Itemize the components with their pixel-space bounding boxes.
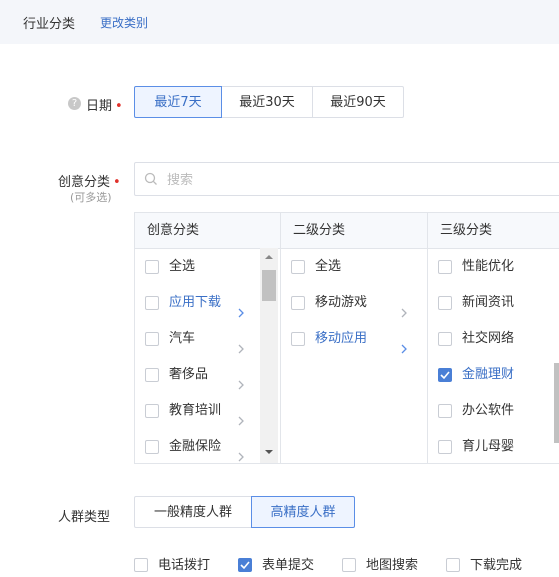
chevron-right-icon — [399, 333, 409, 354]
checkbox[interactable] — [145, 260, 159, 274]
checkbox[interactable] — [438, 260, 452, 274]
change-category-link[interactable]: 更改类别 — [100, 14, 148, 31]
category-item[interactable]: 汽车 — [135, 321, 280, 357]
column-list: 性能优化新闻资讯社交网络金融理财办公软件育儿母婴 — [428, 249, 559, 463]
industry-category-title: 行业分类 — [23, 17, 76, 32]
checkbox[interactable] — [438, 296, 452, 310]
checkbox[interactable] — [291, 296, 305, 310]
chevron-right-icon — [236, 333, 246, 354]
scroll-down-icon[interactable] — [264, 449, 274, 455]
search-icon — [144, 172, 157, 185]
category-item-label: 移动应用 — [315, 331, 368, 346]
checkbox[interactable] — [145, 332, 159, 346]
audience-option-precise[interactable]: 高精度人群 — [251, 496, 355, 528]
checkbox[interactable] — [342, 558, 356, 572]
category-item-label: 金融保险 — [169, 439, 222, 454]
category-item-label: 奢侈品 — [169, 367, 209, 382]
checkbox[interactable] — [145, 368, 159, 382]
category-item-label: 新闻资讯 — [462, 295, 515, 310]
help-icon[interactable]: ? — [68, 97, 81, 110]
column-level-3: 三级分类 性能优化新闻资讯社交网络金融理财办公软件育儿母婴 — [428, 213, 559, 463]
category-item-label: 育儿母婴 — [462, 439, 515, 454]
category-item[interactable]: 移动应用 — [281, 321, 427, 357]
chevron-right-icon — [236, 441, 246, 462]
category-item-label: 移动游戏 — [315, 295, 368, 310]
category-item[interactable]: 社交网络 — [428, 321, 559, 357]
column-header: 二级分类 — [281, 213, 427, 249]
conversion-option[interactable]: 地图搜索 — [342, 556, 446, 576]
column-header: 创意分类 — [135, 213, 280, 249]
category-item[interactable]: 奢侈品 — [135, 357, 280, 393]
category-item-label: 办公软件 — [462, 403, 515, 418]
category-item-label: 金融理财 — [462, 367, 515, 382]
checkbox[interactable] — [145, 296, 159, 310]
category-item-label: 全选 — [169, 259, 196, 274]
audience-option-general[interactable]: 一般精度人群 — [134, 496, 252, 528]
chevron-right-icon — [236, 369, 246, 390]
checkbox[interactable] — [145, 440, 159, 454]
category-item[interactable]: 全选 — [281, 249, 427, 285]
required-mark: • — [113, 175, 121, 190]
category-item[interactable]: 金融保险 — [135, 429, 280, 463]
conversion-option-label: 下载完成 — [470, 558, 523, 573]
date-option-30d[interactable]: 最近30天 — [221, 86, 313, 118]
category-item[interactable]: 新闻资讯 — [428, 285, 559, 321]
top-bar: 行业分类 更改类别 — [0, 0, 559, 44]
chevron-right-icon — [399, 297, 409, 318]
column-list: 全选移动游戏移动应用 — [281, 249, 427, 357]
checkbox[interactable] — [238, 558, 252, 572]
column-level-2: 二级分类 全选移动游戏移动应用 — [281, 213, 428, 463]
conversion-option[interactable]: 下载完成 — [446, 556, 550, 576]
checkbox[interactable] — [145, 404, 159, 418]
checkbox[interactable] — [438, 332, 452, 346]
scrollbar-thumb[interactable] — [554, 363, 559, 443]
category-item-label: 汽车 — [169, 331, 196, 346]
creative-category-label: 创意分类 • — [58, 175, 121, 190]
checkbox[interactable] — [438, 368, 452, 382]
conversion-option[interactable]: 电话拨打 — [134, 556, 238, 576]
scroll-up-icon[interactable] — [264, 254, 274, 260]
category-item[interactable]: 性能优化 — [428, 249, 559, 285]
category-cascader: 创意分类 全选应用下载汽车奢侈品教育培训金融保险 二级分类 全选移动游戏移动应用… — [134, 212, 559, 464]
checkbox[interactable] — [134, 558, 148, 572]
scrollbar[interactable] — [260, 248, 278, 463]
multi-select-hint: (可多选) — [70, 191, 112, 204]
conversion-option[interactable]: 表单提交 — [238, 556, 342, 576]
search-input[interactable] — [165, 169, 469, 191]
category-item[interactable]: 应用下载 — [135, 285, 280, 321]
chevron-right-icon — [236, 297, 246, 318]
category-item-label: 社交网络 — [462, 331, 515, 346]
date-label: 日期 • — [86, 99, 123, 114]
date-option-7d[interactable]: 最近7天 — [134, 86, 222, 118]
creative-search-box[interactable] — [134, 162, 559, 196]
category-item-label: 性能优化 — [462, 259, 515, 274]
date-range-selector: 最近7天 最近30天 最近90天 — [134, 86, 404, 118]
conversion-options: 电话拨打 表单提交 地图搜索 下载完成 — [134, 556, 550, 576]
conversion-option-label: 电话拨打 — [158, 558, 211, 573]
checkbox[interactable] — [438, 404, 452, 418]
column-header: 三级分类 — [428, 213, 559, 249]
category-item-label: 教育培训 — [169, 403, 222, 418]
audience-type-label: 人群类型 — [58, 510, 111, 525]
checkbox[interactable] — [438, 440, 452, 454]
required-mark: • — [115, 99, 123, 114]
audience-type-selector: 一般精度人群 高精度人群 — [134, 496, 355, 528]
category-item-label: 应用下载 — [169, 295, 222, 310]
category-item[interactable]: 全选 — [135, 249, 280, 285]
conversion-option-label: 表单提交 — [262, 558, 315, 573]
column-list: 全选应用下载汽车奢侈品教育培训金融保险 — [135, 249, 280, 463]
checkbox[interactable] — [291, 332, 305, 346]
category-item[interactable]: 教育培训 — [135, 393, 280, 429]
chevron-right-icon — [236, 405, 246, 426]
category-item[interactable]: 金融理财 — [428, 357, 559, 393]
date-option-90d[interactable]: 最近90天 — [312, 86, 404, 118]
category-item[interactable]: 育儿母婴 — [428, 429, 559, 463]
category-item-label: 全选 — [315, 259, 342, 274]
conversion-option-label: 地图搜索 — [366, 558, 419, 573]
category-item[interactable]: 办公软件 — [428, 393, 559, 429]
checkbox[interactable] — [446, 558, 460, 572]
scrollbar-thumb[interactable] — [262, 270, 276, 301]
checkbox[interactable] — [291, 260, 305, 274]
category-item[interactable]: 移动游戏 — [281, 285, 427, 321]
